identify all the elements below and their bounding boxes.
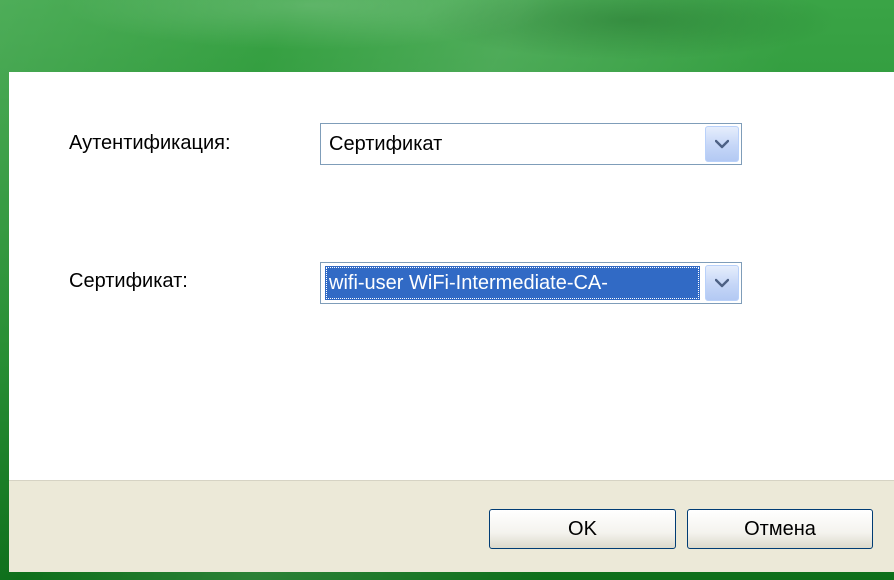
ok-button[interactable]: OK [489,509,676,549]
button-bar: OK Отмена [9,480,894,572]
authentication-label: Аутентификация: [69,132,231,154]
authentication-select-value: Сертификат [329,133,443,155]
certificate-select[interactable]: wifi-user WiFi-Intermediate-CA- [320,262,742,304]
title-bar[interactable] [0,0,894,72]
authentication-dropdown-button[interactable] [705,126,739,162]
authentication-select[interactable]: Сертификат [320,123,742,165]
window-frame: Аутентификация: Сертификат Сертификат: w… [0,0,894,580]
certificate-select-value: wifi-user WiFi-Intermediate-CA- [325,266,700,300]
certificate-label: Сертификат: [69,270,188,292]
certificate-dropdown-button[interactable] [705,265,739,301]
chevron-down-icon [715,139,729,149]
cancel-button[interactable]: Отмена [687,509,873,549]
chevron-down-icon [715,278,729,288]
